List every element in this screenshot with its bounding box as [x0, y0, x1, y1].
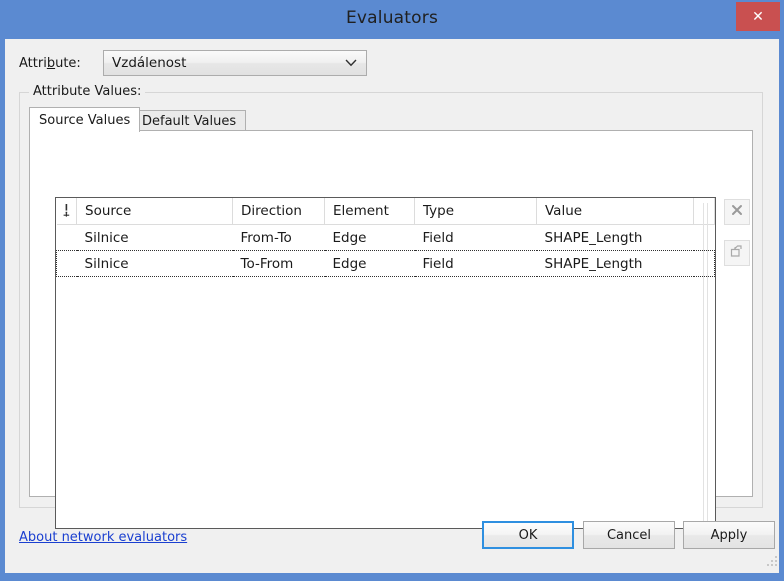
cell-value: SHAPE_Length [536, 250, 694, 277]
cell-type: Field [414, 250, 537, 277]
tabstrip: Source Values Default Values [29, 107, 753, 132]
attribute-selected-value: Vzdálenost [112, 55, 187, 71]
cell-direction: To-From [232, 250, 325, 277]
cell-value: SHAPE_Length [536, 224, 694, 251]
chevron-down-icon [345, 57, 357, 69]
about-network-evaluators-link[interactable]: About network evaluators [19, 530, 187, 545]
source-values-panel: Source Direction Element Type Value Siln… [29, 130, 753, 529]
dialog-client-area: Attribute: Vzdálenost Attribute Values: … [5, 39, 779, 573]
column-header-sort-indicator[interactable] [56, 198, 77, 225]
table-row[interactable]: Silnice From-To Edge Field SHAPE_Length [56, 224, 715, 251]
column-header-type[interactable]: Type [414, 198, 537, 225]
resize-grip[interactable] [765, 554, 779, 568]
panel-divider [707, 203, 708, 528]
table-header-row: Source Direction Element Type Value [56, 198, 715, 225]
close-button[interactable]: ✕ [736, 2, 780, 31]
column-header-source[interactable]: Source [76, 198, 233, 225]
cancel-button[interactable]: Cancel [583, 521, 675, 549]
column-header-direction[interactable]: Direction [232, 198, 325, 225]
tab-default-values-label: Default Values [142, 114, 237, 129]
cell-source: Silnice [76, 250, 233, 277]
window-title: Evaluators [345, 8, 439, 28]
titlebar: Evaluators ✕ [0, 0, 784, 39]
cell-type: Field [414, 224, 537, 251]
cell-spacer [693, 250, 715, 277]
cell-source: Silnice [76, 224, 233, 251]
attribute-label: Attribute: [19, 56, 81, 71]
column-header-spacer [693, 198, 715, 225]
tab-source-values[interactable]: Source Values [29, 107, 141, 132]
apply-button[interactable]: Apply [683, 521, 775, 549]
table-row[interactable]: Silnice To-From Edge Field SHAPE_Length [56, 250, 715, 277]
delete-evaluator-button[interactable] [724, 199, 750, 225]
column-header-value[interactable]: Value [536, 198, 694, 225]
sort-indicator-icon [62, 203, 71, 217]
cell-direction: From-To [232, 224, 325, 251]
close-icon: ✕ [752, 8, 764, 25]
ok-button[interactable]: OK [482, 521, 574, 549]
cell-spacer [693, 224, 715, 251]
attribute-label-prefix: Attri [19, 56, 47, 71]
row-indicator-cell [56, 250, 77, 277]
panel-divider [703, 203, 704, 528]
evaluators-table[interactable]: Source Direction Element Type Value Siln… [55, 197, 716, 529]
row-indicator-cell [56, 224, 77, 251]
evaluators-dialog-window: Evaluators ✕ Attribute: Vzdálenost Attri… [0, 0, 784, 581]
paint-bucket-icon [729, 243, 745, 263]
attribute-values-legend: Attribute Values: [29, 84, 146, 99]
tab-default-values[interactable]: Default Values [132, 110, 247, 131]
close-x-icon [730, 203, 744, 221]
attribute-label-suffix: ute: [55, 56, 81, 71]
properties-button[interactable] [724, 240, 750, 266]
cell-element: Edge [324, 250, 415, 277]
attribute-label-accelerator: b [46, 56, 56, 71]
cell-element: Edge [324, 224, 415, 251]
tab-source-values-label: Source Values [39, 113, 131, 128]
column-header-element[interactable]: Element [324, 198, 415, 225]
attribute-select[interactable]: Vzdálenost [103, 50, 367, 76]
